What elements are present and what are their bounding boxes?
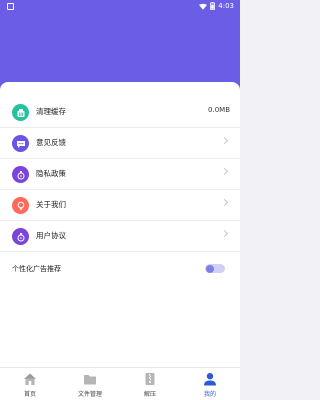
home-icon (23, 372, 37, 386)
settings-row-label: 意见反馈 (36, 138, 66, 147)
settings-row-privacy[interactable]: 隐私政策 (0, 159, 240, 190)
chevron-right-icon (220, 167, 229, 176)
settings-row-clear-cache[interactable]: 清理缓存 0.0MB (0, 97, 240, 128)
profile-icon (203, 372, 217, 386)
folder-icon (83, 372, 97, 386)
settings-row-feedback[interactable]: 意见反馈 (0, 128, 240, 159)
gallery-notification-icon (7, 3, 14, 10)
zip-icon (143, 372, 157, 386)
personalized-ads-toggle[interactable] (205, 264, 225, 273)
settings-row-label: 隐私政策 (36, 169, 66, 178)
tab-label: 我的 (203, 391, 216, 398)
tab-unzip[interactable]: 解压 (130, 372, 170, 398)
feedback-icon (12, 135, 29, 152)
settings-row-label: 关于我们 (36, 200, 66, 209)
about-icon (12, 197, 29, 214)
personalized-ads-label: 个性化广告推荐 (12, 265, 61, 273)
tab-label: 解压 (143, 391, 156, 398)
tab-home[interactable]: 首页 (10, 372, 50, 398)
chevron-right-icon (220, 136, 229, 145)
settings-row-label: 清理缓存 (36, 107, 66, 116)
clock: 4:03 (218, 2, 234, 10)
tab-file-manager[interactable]: 文件管理 (70, 372, 110, 398)
settings-card: 清理缓存 0.0MB 意见反馈 隐私政策 关于我们 用户协议 个性化广告推荐 (0, 82, 240, 367)
tab-label: 首页 (23, 391, 36, 398)
settings-row-label: 用户协议 (36, 231, 66, 240)
battery-icon (210, 2, 216, 10)
clean-cache-icon (12, 104, 29, 121)
chevron-right-icon (220, 198, 229, 207)
cache-size-value: 0.0MB (208, 106, 230, 114)
tab-mine[interactable]: 我的 (190, 372, 230, 398)
tab-label: 文件管理 (77, 391, 102, 398)
agreement-icon (12, 228, 29, 245)
settings-row-about[interactable]: 关于我们 (0, 190, 240, 221)
chevron-right-icon (220, 229, 229, 238)
settings-row-agreement[interactable]: 用户协议 (0, 221, 240, 252)
status-bar: 4:03 (0, 0, 240, 14)
wifi-icon (199, 3, 208, 10)
privacy-icon (12, 166, 29, 183)
personalized-ads-row: 个性化广告推荐 (0, 260, 240, 280)
bottom-tab-bar: 首页 文件管理 解压 我的 (0, 367, 240, 400)
toggle-knob (206, 264, 214, 273)
